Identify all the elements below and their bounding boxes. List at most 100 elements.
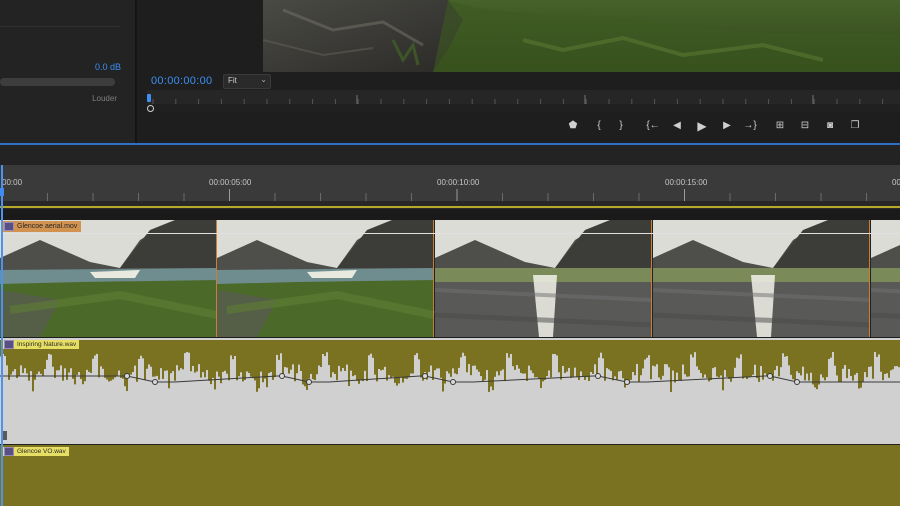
waveform-bar	[598, 342, 600, 358]
waveform-bar	[180, 342, 182, 369]
waveform-bar	[788, 342, 790, 366]
waveform-bar	[550, 342, 552, 378]
step-back-button[interactable]: ◀	[669, 118, 685, 134]
fx-badge-icon[interactable]	[4, 221, 14, 231]
waveform-bar	[560, 342, 562, 380]
go-to-out-button[interactable]: →}	[742, 118, 758, 134]
waveform-bar	[150, 342, 152, 367]
lift-button[interactable]: ⊞	[772, 118, 788, 134]
waveform-bar	[268, 342, 270, 374]
audio-clip-handle[interactable]	[3, 431, 7, 440]
waveform-bar	[576, 342, 578, 378]
waveform-bar	[696, 342, 698, 367]
waveform-bar	[782, 342, 784, 354]
monitor-playhead[interactable]	[147, 94, 151, 102]
waveform-bar	[92, 342, 94, 359]
waveform-bar	[178, 342, 180, 371]
timeline-time-ruler[interactable]: 00:00 00:00:05:00 00:00:10:00 00:00:15:0…	[0, 165, 900, 201]
waveform-bar	[680, 342, 682, 381]
waveform-bar	[566, 342, 568, 372]
waveform-bar	[786, 342, 788, 357]
waveform-bar	[602, 342, 604, 359]
waveform-bar	[894, 342, 896, 367]
playhead-timecode[interactable]: 00:00:00:00	[151, 75, 212, 87]
waveform-bar	[88, 342, 90, 372]
waveform-bar	[192, 342, 194, 366]
waveform-bar	[392, 342, 394, 377]
waveform-bar	[480, 342, 482, 377]
waveform-bar	[336, 342, 338, 381]
waveform-bar	[332, 342, 334, 373]
monitor-time-ruler[interactable]	[147, 90, 900, 104]
waveform-bar	[230, 342, 232, 356]
waveform-bar	[546, 342, 548, 377]
waveform-bar	[890, 342, 892, 371]
loudness-slider[interactable]	[0, 78, 115, 86]
waveform-bar	[766, 342, 768, 376]
waveform-bar	[706, 342, 708, 378]
waveform-bar	[468, 342, 470, 365]
timeline-playhead-line[interactable]	[1, 165, 3, 506]
waveform-bar	[362, 342, 364, 382]
waveform-bar	[418, 342, 420, 360]
waveform-bar	[344, 342, 346, 372]
mark-out-button[interactable]: }	[613, 118, 629, 134]
scrub-knob[interactable]	[147, 105, 154, 112]
step-forward-button[interactable]: ▶	[719, 118, 735, 134]
mark-in-button[interactable]: {	[591, 118, 607, 134]
waveform-bar	[590, 342, 592, 372]
clip-opacity-line[interactable]	[0, 233, 900, 234]
waveform-bar	[472, 342, 474, 366]
waveform-bar	[370, 342, 372, 354]
waveform-bar	[808, 342, 810, 381]
monitor-scrub-bar[interactable]	[147, 104, 900, 112]
waveform-bar	[746, 342, 748, 380]
fx-badge-icon[interactable]	[4, 340, 14, 349]
timeline-playhead-handle[interactable]	[0, 188, 4, 196]
waveform-bar	[812, 342, 814, 385]
waveform-bar	[462, 342, 464, 353]
waveform-bar	[728, 342, 730, 379]
comparison-view-button[interactable]: ❐	[847, 118, 863, 134]
waveform-bar	[270, 342, 272, 372]
waveform-bar	[442, 342, 444, 392]
waveform-bar	[818, 342, 820, 385]
play-button[interactable]: ▶	[694, 118, 710, 134]
voiceover-audio-clip[interactable]	[0, 445, 900, 506]
waveform-bar	[494, 342, 496, 377]
waveform-bar	[662, 342, 664, 376]
waveform-bar	[394, 342, 396, 383]
waveform-bar	[154, 342, 156, 377]
waveform-bar	[202, 342, 204, 373]
music-audio-clip[interactable]	[0, 340, 900, 440]
waveform-bar	[340, 342, 342, 372]
waveform-bar	[840, 342, 842, 382]
ruler-label: 00:00:15:00	[665, 178, 708, 187]
waveform-bar	[886, 342, 888, 374]
video-clip[interactable]	[0, 220, 900, 337]
waveform-bar	[366, 342, 368, 382]
export-frame-button[interactable]: ◙	[822, 118, 838, 134]
waveform-bar	[614, 342, 616, 377]
waveform-bar	[300, 342, 302, 372]
waveform-bar	[594, 342, 596, 365]
go-to-in-button[interactable]: {←	[645, 118, 661, 134]
waveform-bar	[776, 342, 778, 366]
waveform-bar	[646, 342, 648, 358]
waveform-bar	[302, 342, 304, 385]
zoom-select[interactable]: Fit ⌄	[223, 74, 271, 89]
waveform-bar	[372, 342, 374, 358]
waveform-bar	[168, 342, 170, 389]
waveform-bar	[738, 342, 740, 359]
work-area-range[interactable]	[0, 206, 900, 208]
fx-badge-icon[interactable]	[4, 447, 14, 456]
waveform-bar	[420, 342, 422, 378]
extract-button[interactable]: ⊟	[797, 118, 813, 134]
waveform-bar	[358, 342, 360, 384]
waveform-bar	[402, 342, 404, 383]
add-marker-button[interactable]: ⬟	[565, 118, 581, 134]
waveform-bar	[448, 342, 450, 374]
waveform-bar	[846, 342, 848, 379]
waveform-bar	[748, 342, 750, 378]
gain-value[interactable]: 0.0 dB	[95, 62, 121, 72]
